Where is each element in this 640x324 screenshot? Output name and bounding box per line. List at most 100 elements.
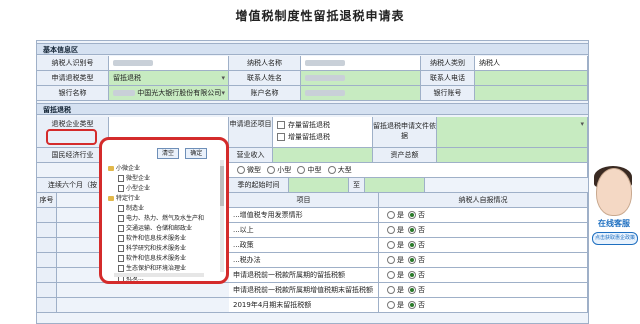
- tree-item[interactable]: 科学研究和技术服务业: [108, 244, 204, 254]
- revenue-label: 营业收入: [229, 148, 273, 162]
- tree-item[interactable]: 软件和信息技术服务业: [108, 234, 204, 244]
- basis-label: 留抵退税申请文件依据: [373, 117, 437, 147]
- start-date-field[interactable]: [289, 178, 349, 192]
- enterprise-type-tree: 小微企业 微型企业 小型企业 特定行业制造业 电力、热力、燃气及水生产和 交通运输、仓储和…: [108, 164, 204, 281]
- no-label: 否: [418, 271, 425, 279]
- size-large-label: 大型: [337, 166, 352, 174]
- scroll-thumb[interactable]: [220, 166, 224, 206]
- yes-label: 是: [397, 226, 404, 234]
- tree-item[interactable]: 制造业: [108, 204, 204, 214]
- tree-item[interactable]: 交通运输、仓储和邮政业: [108, 224, 204, 234]
- contact-name-field[interactable]: [301, 71, 421, 85]
- tree-item-label: 软件和信息技术服务业: [126, 235, 187, 242]
- stock-refund-option[interactable]: 存量留抵退税: [277, 119, 372, 131]
- yes-label: 是: [397, 271, 404, 279]
- contact-phone-label: 联系人电话: [421, 71, 475, 85]
- page-icon: [118, 185, 124, 192]
- tree-folder[interactable]: 特定行业: [108, 194, 204, 204]
- size-micro-label: 微型: [247, 166, 261, 174]
- tree-item[interactable]: 电力、热力、燃气及水生产和: [108, 214, 204, 224]
- yes-label: 是: [397, 211, 404, 219]
- size-micro-radio[interactable]: 微型: [233, 166, 261, 174]
- no-radio[interactable]: 否: [404, 241, 425, 249]
- row-item: 申请退税前一税款所属期的留抵税额: [229, 268, 379, 282]
- tree-item[interactable]: 小型企业: [108, 184, 204, 194]
- taxpayer-id-field[interactable]: [109, 56, 229, 70]
- row-options: 是否: [379, 238, 588, 252]
- col-self-check: 纳税人自报情况: [379, 193, 588, 207]
- form-row-bank: 银行名称 中国光大银行股份有限公司 账户名称 银行账号: [37, 86, 588, 101]
- vertical-scrollbar[interactable]: [220, 160, 224, 272]
- yes-label: 是: [397, 256, 404, 264]
- bank-name-select[interactable]: 中国光大银行股份有限公司: [109, 86, 229, 100]
- taxpayer-type-field[interactable]: 纳税人: [475, 56, 588, 70]
- row-number: [37, 223, 57, 237]
- folder-icon: [108, 196, 114, 201]
- yes-radio[interactable]: 是: [383, 301, 404, 309]
- page-icon: [118, 245, 124, 252]
- size-small-radio[interactable]: 小型: [263, 166, 291, 174]
- service-button[interactable]: 点击获取惠企政策: [592, 232, 638, 245]
- bank-account-label: 银行账号: [421, 86, 475, 100]
- yes-radio[interactable]: 是: [383, 256, 404, 264]
- service-avatar: [596, 168, 632, 216]
- taxpayer-name-field[interactable]: [301, 56, 421, 70]
- contact-name-label: 联系人姓名: [229, 71, 301, 85]
- enterprise-type-dropdown[interactable]: 清空 确定 小微企业 微型企业 小型企业 特定行业制造业 电力、热力、燃气及水生产和 交通…: [99, 137, 229, 284]
- row-options: 是否: [379, 268, 588, 282]
- online-service-widget[interactable]: 在线客服 点击获取惠企政策: [590, 166, 638, 278]
- page-icon: [118, 235, 124, 242]
- increment-refund-option[interactable]: 增量留抵退税: [277, 131, 372, 143]
- form-row-taxpayer: 纳税人识别号 纳税人名称 纳税人类别 纳税人: [37, 56, 588, 71]
- yes-radio[interactable]: 是: [383, 226, 404, 234]
- yes-radio[interactable]: 是: [383, 286, 404, 294]
- size-mid-radio[interactable]: 中型: [293, 166, 321, 174]
- no-radio[interactable]: 否: [404, 271, 425, 279]
- col-item: 项目: [229, 193, 379, 207]
- tree-item[interactable]: 软件和信息技术服务业: [108, 254, 204, 264]
- basis-select[interactable]: [437, 117, 588, 147]
- tree-item-label: 特定行业: [116, 195, 141, 202]
- size-large-radio[interactable]: 大型: [324, 166, 352, 174]
- no-radio[interactable]: 否: [404, 286, 425, 294]
- section-refund: 留抵退税: [37, 103, 588, 115]
- account-name-label: 账户名称: [229, 86, 301, 100]
- refund-type-select[interactable]: 留抵退税: [109, 71, 229, 85]
- horizontal-scrollbar[interactable]: [114, 273, 204, 277]
- account-name-field[interactable]: [301, 86, 421, 100]
- bank-name-label: 银行名称: [37, 86, 109, 100]
- no-radio[interactable]: 否: [404, 226, 425, 234]
- row-options: 是否: [379, 208, 588, 222]
- row-options: 是否: [379, 298, 588, 312]
- tree-folder[interactable]: 小微企业: [108, 164, 204, 174]
- no-radio[interactable]: 否: [404, 301, 425, 309]
- tree-item-label: 交通运输、仓储和邮政业: [126, 225, 193, 232]
- yes-radio[interactable]: 是: [383, 211, 404, 219]
- row-options: 是否: [379, 253, 588, 267]
- page-title: 增值税制度性留抵退税申请表: [235, 9, 405, 23]
- page-icon: [118, 175, 124, 182]
- yes-radio[interactable]: 是: [383, 241, 404, 249]
- service-label: 在线客服: [598, 219, 630, 228]
- clear-button[interactable]: 清空: [157, 148, 180, 159]
- end-date-field[interactable]: [365, 178, 425, 192]
- table-row: 申请退税前一税款所属期增值税期末留抵税额是否: [37, 283, 588, 298]
- revenue-field[interactable]: [273, 148, 373, 162]
- bank-account-field[interactable]: [475, 86, 588, 100]
- row-item: 2019年4月期末留抵税额: [229, 298, 379, 312]
- no-radio[interactable]: 否: [404, 211, 425, 219]
- row-number: [37, 238, 57, 252]
- yes-radio[interactable]: 是: [383, 271, 404, 279]
- row-number: [37, 268, 57, 282]
- taxpayer-name-label: 纳税人名称: [229, 56, 301, 70]
- page-icon: [118, 265, 124, 272]
- no-radio[interactable]: 否: [404, 256, 425, 264]
- stock-refund-label: 存量留抵退税: [288, 121, 330, 129]
- contact-phone-field[interactable]: [475, 71, 588, 85]
- row-number: [37, 208, 57, 222]
- taxpayer-id-label: 纳税人识别号: [37, 56, 109, 70]
- tree-item[interactable]: 微型企业: [108, 174, 204, 184]
- assets-field[interactable]: [437, 148, 588, 162]
- yes-label: 是: [397, 286, 404, 294]
- confirm-button[interactable]: 确定: [185, 148, 208, 159]
